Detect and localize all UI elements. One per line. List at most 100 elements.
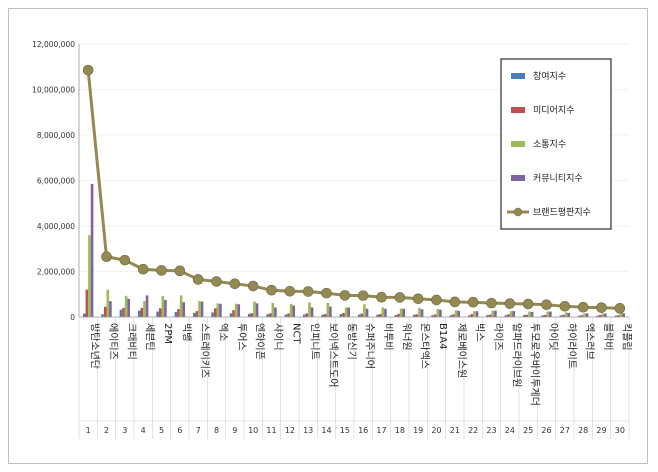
- x-tick-label: 빅뱅: [180, 323, 192, 341]
- rank-label: 18: [395, 426, 405, 435]
- bar-3: [106, 289, 110, 317]
- bar-1: [339, 314, 343, 317]
- bar-4: [164, 299, 167, 317]
- brand-index-point: [577, 301, 589, 313]
- bar-2: [378, 314, 382, 317]
- bar-3: [161, 296, 165, 317]
- brand-index-point: [321, 287, 332, 299]
- brand-index-point: [247, 280, 259, 292]
- x-tick-label: 알파드라이브원: [510, 323, 522, 387]
- rank-label: 23: [486, 426, 496, 435]
- bar-4: [182, 302, 186, 317]
- bar-3: [216, 303, 220, 317]
- rank-label: 3: [122, 426, 127, 435]
- bar-4: [292, 305, 296, 317]
- bar-4: [145, 295, 149, 317]
- bar-3: [234, 303, 238, 317]
- bar-2: [250, 313, 254, 317]
- x-tick-label: NCT: [290, 323, 301, 344]
- bar-1: [82, 313, 86, 317]
- bar-4: [219, 303, 222, 317]
- rank-label: 2: [104, 426, 109, 435]
- x-tick-label: 빅스: [474, 323, 486, 341]
- bar-4: [255, 303, 259, 317]
- bar-3: [473, 311, 476, 317]
- rank-label: 26: [541, 426, 551, 435]
- x-tick-label: 블락비: [602, 323, 614, 351]
- bar-2: [232, 310, 235, 317]
- bar-2: [195, 311, 199, 317]
- bar-3: [271, 302, 275, 317]
- bar-3: [418, 307, 421, 317]
- bar-2: [323, 314, 327, 317]
- brand-index-point: [467, 296, 479, 308]
- x-tick-label: 몬스타엑스: [419, 323, 431, 369]
- bar-4: [567, 312, 571, 317]
- bar-2: [470, 314, 474, 317]
- bar-4: [585, 313, 589, 317]
- bar-4: [310, 307, 314, 317]
- brand-index-point: [412, 293, 424, 305]
- rank-label: 17: [376, 426, 386, 435]
- rank-label: 19: [413, 426, 423, 435]
- brand-index-point: [522, 298, 534, 310]
- bar-3: [308, 302, 311, 317]
- brand-index-point: [431, 294, 442, 306]
- bar-4: [549, 311, 552, 317]
- bar-3: [143, 301, 146, 317]
- bar-4: [200, 301, 204, 317]
- x-tick-label: 투어스: [235, 323, 247, 351]
- x-tick-label: 라이즈: [492, 323, 504, 351]
- bar-2: [452, 314, 455, 317]
- x-tick-label: 비투비: [382, 323, 394, 351]
- bar-2: [177, 309, 180, 317]
- bar-2: [415, 314, 419, 317]
- bar-3: [399, 308, 403, 317]
- x-tick-label: 세븐틴: [144, 323, 156, 351]
- rank-label: 24: [505, 426, 515, 435]
- rank-label: 10: [248, 426, 258, 435]
- x-tick-label: 제로베이스원: [455, 323, 467, 378]
- bar-2: [140, 307, 144, 317]
- y-tick-label: 6,000,000: [37, 177, 75, 186]
- brand-index-point: [541, 299, 552, 311]
- bar-3: [198, 301, 201, 317]
- brand-index-point: [229, 278, 241, 290]
- x-tick-label: 워너원: [400, 323, 413, 351]
- rank-label: 15: [340, 426, 350, 435]
- legend-label: 커뮤니티지수: [533, 173, 583, 184]
- rank-label: 14: [321, 426, 331, 435]
- legend-swatch: [511, 73, 525, 79]
- x-tick-label: 아이딧: [547, 323, 559, 351]
- brand-index-point: [266, 284, 277, 296]
- x-tick-label: 킥플립: [620, 323, 633, 351]
- x-tick-label: 에이티즈: [107, 323, 119, 360]
- y-axis: 0 2,000,000 4,000,000 6,000,000 8,000,000 10,…: [32, 40, 80, 322]
- brand-index-point: [137, 263, 149, 275]
- bar-1: [119, 309, 123, 317]
- x-tick-label: 2PM: [162, 323, 173, 344]
- legend-label: 소통지수: [533, 139, 566, 150]
- bar-4: [127, 298, 131, 317]
- rank-label: 21: [450, 426, 460, 435]
- rank-label: 28: [578, 426, 588, 435]
- legend-swatch: [511, 107, 525, 113]
- x-tick-label: 샤이니: [272, 323, 284, 351]
- brand-index-point: [119, 254, 131, 266]
- brand-index-point: [394, 292, 406, 303]
- bar-3: [253, 301, 256, 317]
- rank-label: 27: [560, 426, 570, 435]
- y-tick-label: 2,000,000: [37, 268, 75, 277]
- rank-label: 1: [86, 426, 91, 435]
- bar-3: [601, 313, 605, 317]
- bar-4: [604, 313, 607, 317]
- brand-index-point: [156, 265, 167, 276]
- x-tick-label: 엑소: [217, 323, 229, 341]
- x-tick-label: 하이라이트: [565, 323, 578, 369]
- rank-label: 29: [596, 426, 606, 435]
- bar-3: [564, 312, 568, 317]
- brand-index-point: [504, 298, 516, 309]
- bar-3: [88, 235, 91, 317]
- bar-4: [384, 308, 387, 317]
- bar-2: [85, 289, 89, 317]
